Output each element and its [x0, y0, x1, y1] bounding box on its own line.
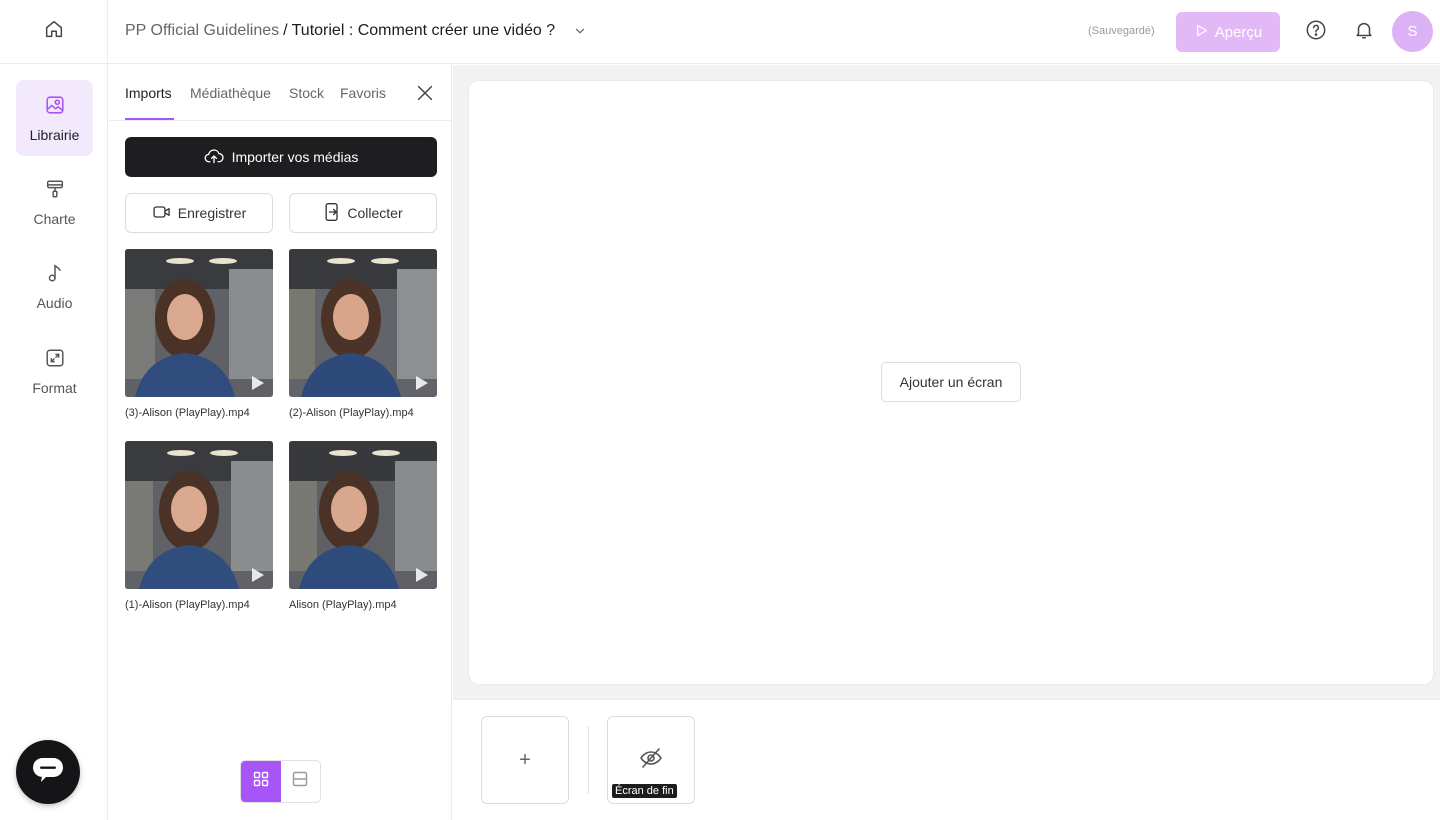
- user-avatar[interactable]: S: [1392, 11, 1433, 52]
- list-icon: [292, 771, 308, 792]
- home-icon: [43, 18, 65, 45]
- library-tabs: Imports Médiathèque Stock Favoris: [109, 65, 452, 121]
- video-thumbnail: [289, 249, 437, 397]
- rail-item-label: Audio: [36, 294, 73, 311]
- preview-button[interactable]: Aperçu: [1176, 12, 1280, 52]
- timeline-divider: [588, 726, 589, 794]
- cloud-upload-icon: [204, 147, 224, 168]
- timeline: + Écran de fin: [453, 699, 1440, 820]
- play-icon: [251, 567, 265, 583]
- import-media-label: Importer vos médias: [231, 149, 359, 165]
- rail-item-label: Format: [32, 379, 77, 396]
- record-label: Enregistrer: [177, 205, 247, 221]
- media-filename: Alison (PlayPlay).mp4: [289, 599, 397, 611]
- breadcrumb: PP Official Guidelines / Tutoriel : Comm…: [125, 22, 587, 40]
- chat-bubble-icon: [31, 755, 65, 790]
- grid-icon: [253, 771, 269, 792]
- rail-item-label: Charte: [33, 210, 76, 227]
- bell-icon: [1353, 19, 1375, 46]
- eye-off-icon: [639, 747, 663, 774]
- app-root: Librairie Charte Audio Format PP Officia…: [0, 0, 1440, 820]
- rail-item-audio[interactable]: Audio: [16, 248, 93, 324]
- media-filename: (1)-Alison (PlayPlay).mp4: [125, 599, 250, 611]
- rail-item-label: Librairie: [29, 126, 80, 143]
- play-icon: [415, 375, 429, 391]
- play-icon: [415, 567, 429, 583]
- chat-support-button[interactable]: [16, 740, 80, 804]
- editor-area: Ajouter un écran + Écran de fin: [453, 65, 1440, 820]
- home-button[interactable]: [0, 0, 108, 64]
- media-item[interactable]: (3)-Alison (PlayPlay).mp4: [125, 249, 273, 419]
- tab-favoris[interactable]: Favoris: [340, 85, 386, 101]
- notifications-button[interactable]: [1352, 20, 1376, 44]
- chevron-down-icon[interactable]: [573, 24, 587, 38]
- video-thumbnail: [125, 441, 273, 589]
- media-item[interactable]: Alison (PlayPlay).mp4: [289, 441, 437, 611]
- media-item[interactable]: (1)-Alison (PlayPlay).mp4: [125, 441, 273, 611]
- play-outline-icon: [1194, 23, 1209, 42]
- add-screen-card[interactable]: +: [481, 716, 569, 804]
- record-button[interactable]: Enregistrer: [125, 193, 273, 233]
- breadcrumb-separator: /: [283, 22, 288, 39]
- plus-icon: +: [519, 748, 531, 771]
- tab-stock[interactable]: Stock: [289, 85, 324, 101]
- grid-view-button[interactable]: [241, 761, 281, 802]
- rail-item-format[interactable]: Format: [16, 333, 93, 409]
- left-rail: Librairie Charte Audio Format: [0, 0, 108, 820]
- collect-button[interactable]: Collecter: [289, 193, 437, 233]
- help-icon: [1305, 19, 1327, 46]
- list-view-button[interactable]: [281, 761, 321, 802]
- resize-icon: [44, 347, 66, 372]
- add-screen-button[interactable]: Ajouter un écran: [881, 362, 1021, 402]
- import-media-button[interactable]: Importer vos médias: [125, 137, 437, 177]
- phone-collect-icon: [323, 202, 341, 225]
- tab-mediatheque[interactable]: Médiathèque: [190, 85, 271, 101]
- project-name-link[interactable]: PP Official Guidelines: [125, 22, 279, 40]
- play-icon: [251, 375, 265, 391]
- rail-item-librairie[interactable]: Librairie: [16, 80, 93, 156]
- paint-roller-icon: [44, 178, 66, 203]
- media-filename: (2)-Alison (PlayPlay).mp4: [289, 407, 414, 419]
- rail-item-charte[interactable]: Charte: [16, 164, 93, 240]
- library-icon: [44, 94, 66, 119]
- active-tab-indicator: [125, 118, 174, 120]
- media-item[interactable]: (2)-Alison (PlayPlay).mp4: [289, 249, 437, 419]
- end-screen-card[interactable]: Écran de fin: [607, 716, 695, 804]
- video-thumbnail: [289, 441, 437, 589]
- screen-canvas: Ajouter un écran: [469, 81, 1433, 684]
- video-title[interactable]: Tutoriel : Comment créer une vidéo ?: [292, 22, 556, 40]
- video-camera-icon: [152, 203, 172, 224]
- help-button[interactable]: [1304, 20, 1328, 44]
- end-screen-label: Écran de fin: [612, 784, 677, 798]
- collect-label: Collecter: [347, 205, 403, 221]
- video-thumbnail: [125, 249, 273, 397]
- view-toggle: [240, 760, 321, 803]
- library-panel: Imports Médiathèque Stock Favoris Import…: [109, 65, 452, 820]
- preview-label: Aperçu: [1214, 23, 1263, 41]
- tab-imports[interactable]: Imports: [125, 85, 172, 101]
- close-icon[interactable]: [414, 82, 436, 104]
- top-header: PP Official Guidelines / Tutoriel : Comm…: [108, 0, 1440, 64]
- music-note-icon: [44, 262, 66, 287]
- media-filename: (3)-Alison (PlayPlay).mp4: [125, 407, 250, 419]
- save-status: (Sauvegardé): [1088, 25, 1155, 37]
